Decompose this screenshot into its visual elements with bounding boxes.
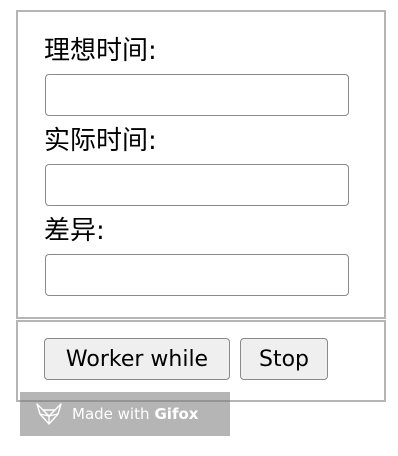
timing-fieldset: 理想时间: 实际时间: 差异: <box>16 10 386 319</box>
watermark-brand: Gifox <box>154 405 199 423</box>
fox-logo-icon <box>36 403 62 425</box>
actual-time-label: 实际时间: <box>44 126 157 156</box>
controls-fieldset: Worker while Stop <box>16 320 386 402</box>
page: 理想时间: 实际时间: 差异: Worker while Stop Made w… <box>0 0 398 456</box>
difference-input[interactable] <box>45 254 349 296</box>
gifox-watermark: Made with Gifox <box>20 392 230 436</box>
worker-while-button[interactable]: Worker while <box>44 338 230 380</box>
ideal-time-input[interactable] <box>45 74 349 116</box>
actual-time-input[interactable] <box>45 164 349 206</box>
difference-label: 差异: <box>44 216 105 246</box>
watermark-text: Made with <box>72 405 150 423</box>
stop-button[interactable]: Stop <box>240 338 328 380</box>
ideal-time-label: 理想时间: <box>44 36 157 66</box>
